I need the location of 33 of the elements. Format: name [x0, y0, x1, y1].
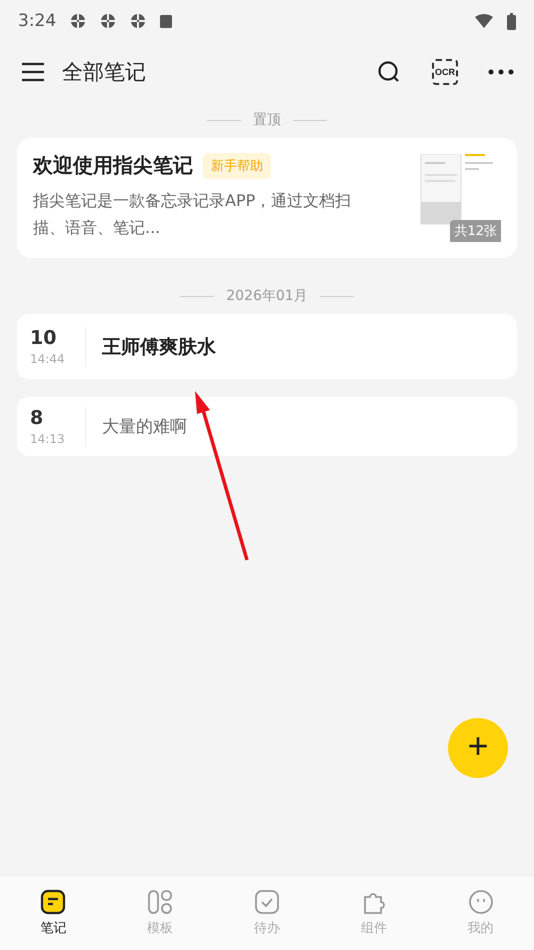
note-summary: 指尖笔记是一款备忘录记录APP，通过文档扫描、语音、笔记... [33, 190, 352, 239]
app-notification-icon [70, 13, 86, 29]
note-title: 大量的难啊 [102, 416, 187, 438]
note-card[interactable]: 10 14:44 王师傅爽肤水 [17, 314, 517, 379]
note-card[interactable]: 8 14:13 大量的难啊 [17, 397, 517, 456]
note-day: 8 [30, 407, 75, 429]
help-tag: 新手帮助 [203, 152, 271, 178]
battery-icon [507, 12, 516, 30]
checkbox-icon [254, 889, 280, 915]
image-count-badge: 共12张 [450, 220, 501, 242]
profile-icon [468, 889, 494, 915]
note-day: 10 [30, 327, 75, 349]
menu-icon [21, 62, 45, 82]
search-icon [377, 60, 401, 84]
page-title: 全部笔记 [62, 59, 147, 86]
layout-icon [147, 889, 174, 915]
ocr-button[interactable]: OCR [432, 59, 458, 85]
note-time: 14:44 [30, 352, 66, 366]
status-time: 3:24 [18, 11, 56, 31]
wifi-icon [475, 14, 493, 28]
more-icon [488, 69, 514, 75]
keyboard-notification-icon [160, 14, 172, 28]
pinned-note-card[interactable]: 欢迎使用指尖笔记 新手帮助 指尖笔记是一款备忘录记录APP，通过文档扫描、语音、笔记... 共12张 [17, 138, 517, 258]
note-time: 14:13 [30, 432, 66, 446]
app-notification-icon [130, 13, 146, 29]
note-title: 欢迎使用指尖笔记 [33, 152, 193, 179]
note-icon [40, 889, 66, 915]
nav-tab[interactable]: 笔记 [0, 876, 107, 950]
add-note-button[interactable]: + [448, 718, 508, 778]
section-label: 置顶 [253, 111, 281, 129]
section-label: 2026年01月 [226, 287, 308, 305]
note-title: 王师傅爽肤水 [102, 334, 216, 360]
app-notification-icon [100, 13, 116, 29]
